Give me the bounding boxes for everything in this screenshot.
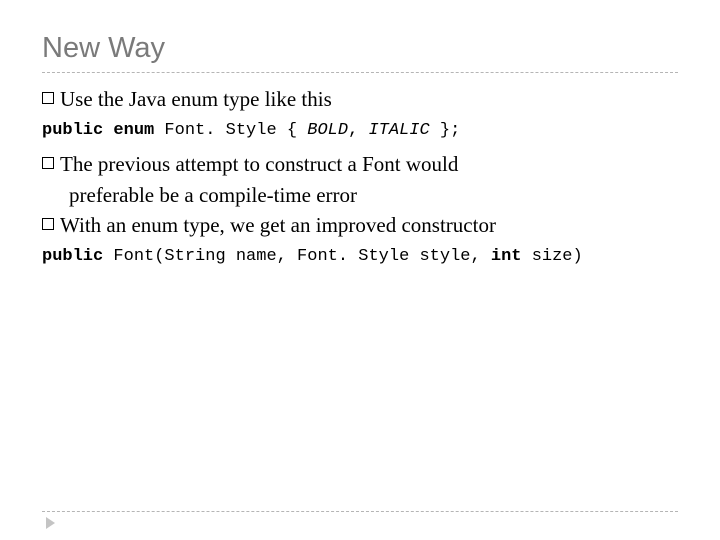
- bullet-3-text: With an enum type, we get an improved co…: [60, 211, 496, 239]
- footer-divider: [42, 511, 678, 512]
- bullet-2-text: The previous attempt to construct a Font…: [60, 150, 458, 178]
- kw-public2: public: [42, 247, 113, 266]
- code-line-1: public enum Font. Style { BOLD, ITALIC }…: [42, 121, 678, 140]
- square-bullet-icon: [42, 92, 54, 104]
- enum-italic: ITALIC: [368, 121, 429, 140]
- square-bullet-icon: [42, 218, 54, 230]
- code1-post: };: [430, 121, 461, 140]
- bullet-3: With an enum type, we get an improved co…: [42, 211, 678, 239]
- bullet-1-text: Use the Java enum type like this: [60, 85, 332, 113]
- bullet-2-continuation: preferable be a compile-time error: [42, 181, 678, 209]
- slide-title: New Way: [42, 32, 678, 65]
- code2-mid1: Font(String name, Font. Style style,: [113, 247, 490, 266]
- enum-bold: BOLD: [307, 121, 348, 140]
- code1-sep: ,: [348, 121, 368, 140]
- code2-mid2: size): [522, 247, 583, 266]
- kw-public: public: [42, 121, 113, 140]
- code-line-2: public Font(String name, Font. Style sty…: [42, 247, 678, 266]
- kw-int: int: [491, 247, 522, 266]
- bullet-2: The previous attempt to construct a Font…: [42, 150, 678, 178]
- bullet-2-cont-text: preferable be a compile-time error: [69, 181, 357, 209]
- square-bullet-icon: [42, 157, 54, 169]
- play-icon: [46, 517, 55, 529]
- bullet-1: Use the Java enum type like this: [42, 85, 678, 113]
- code1-pre: Font. Style {: [154, 121, 307, 140]
- title-divider: [42, 72, 678, 73]
- kw-enum: enum: [113, 121, 154, 140]
